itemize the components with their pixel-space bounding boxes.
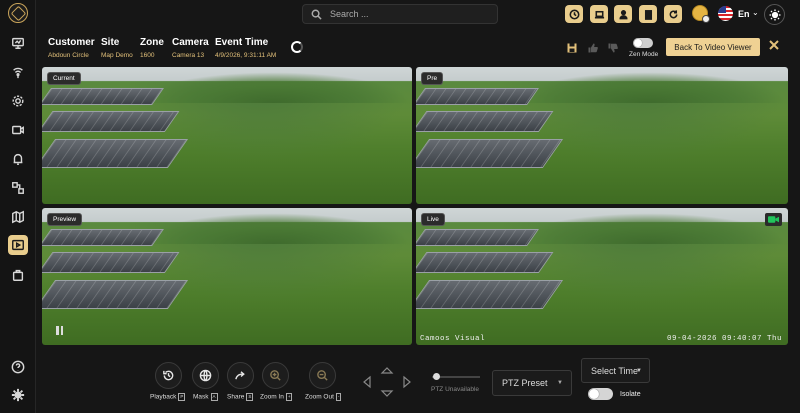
arrow-left-icon [363, 375, 371, 389]
tile-label-current: Current [47, 72, 81, 85]
thumbs-up-icon[interactable] [587, 41, 599, 53]
ptz-slider-handle[interactable] [433, 373, 440, 380]
share-label: Share S [227, 393, 254, 401]
video-tile-current[interactable]: Current [42, 67, 412, 204]
language-selector[interactable]: En [738, 9, 750, 19]
save-icon[interactable] [566, 41, 578, 53]
tile-label-pre: Pre [421, 72, 444, 85]
arrow-down-icon [380, 390, 394, 397]
settings-icon[interactable] [8, 91, 28, 111]
live-camera-icon [765, 213, 782, 226]
map-icon[interactable] [8, 207, 28, 227]
camera-label: Camera [172, 37, 209, 48]
osd-timestamp: 09-04-2026 09:40:07 Thu [666, 335, 782, 343]
ptz-direction-pad [363, 367, 411, 397]
arrow-up-icon [380, 367, 394, 374]
zone-label: Zone [140, 37, 164, 48]
zoom-out-label: Zoom Out - [305, 393, 342, 401]
bag-icon[interactable] [8, 265, 28, 285]
zoom-in-button[interactable] [262, 362, 289, 389]
diagram-icon[interactable] [8, 178, 28, 198]
osd-camera-name: Camoos Visual [420, 335, 486, 343]
laptop-icon[interactable] [590, 5, 608, 23]
zen-mode-label: Zen Mode [629, 51, 659, 58]
camera-info: Camera Camera 13 [172, 37, 209, 59]
dashboard-icon[interactable] [8, 33, 28, 53]
mask-button[interactable] [192, 362, 219, 389]
pause-icon[interactable] [55, 326, 64, 335]
us-flag-icon[interactable] [718, 6, 733, 21]
customer-value: Abdoun Circle [48, 52, 89, 59]
sun-icon[interactable] [764, 4, 785, 25]
wireless-icon[interactable] [8, 62, 28, 82]
clock-icon[interactable] [565, 5, 583, 23]
camera-icon[interactable] [8, 120, 28, 140]
event-viewer-app: En ⌄ Customer Abdoun Circle Site Map Dem… [0, 0, 800, 413]
isolate-label: Isolate [620, 391, 641, 398]
chevron-down-icon: ▼ [557, 380, 563, 386]
close-icon[interactable] [767, 38, 781, 52]
sidebar [0, 0, 36, 413]
search-input[interactable] [330, 9, 490, 19]
search-bar[interactable] [302, 4, 498, 24]
tile-label-preview: Preview [47, 213, 83, 226]
help-icon[interactable] [8, 357, 28, 377]
video-player-icon[interactable] [8, 235, 28, 255]
customer-label: Customer [48, 37, 95, 48]
zone-info: Zone 1600 [140, 37, 164, 59]
select-time-dropdown[interactable]: Select Time ▼ [581, 358, 650, 383]
brand-logo[interactable] [8, 3, 28, 23]
customer-info: Customer Abdoun Circle [48, 37, 95, 59]
chevron-down-icon: ▼ [636, 368, 642, 374]
zen-mode-toggle[interactable] [633, 38, 653, 48]
event-time-value: 4/9/2026, 9:31:11 AM [215, 52, 277, 59]
zoom-out-icon [317, 370, 328, 381]
site-value: Map Demo [101, 52, 133, 59]
camera-value: Camera 13 [172, 52, 205, 59]
coin-icon[interactable] [692, 5, 710, 23]
solar-panels-image [42, 83, 188, 190]
isolate-toggle[interactable] [588, 388, 613, 400]
zoom-out-button[interactable] [309, 362, 336, 389]
globe-icon [199, 369, 212, 382]
zoom-in-icon [270, 370, 281, 381]
history-icon [163, 370, 174, 381]
back-to-video-viewer-button[interactable]: Back To Video Viewer [666, 38, 760, 56]
ptz-preset-select[interactable]: PTZ Preset ▼ [492, 370, 572, 396]
select-time-label: Select Time [591, 365, 639, 376]
chevron-down-icon[interactable]: ⌄ [752, 8, 759, 17]
arrow-right-icon [403, 375, 411, 389]
tile-label-live: Live [421, 213, 445, 226]
search-icon [311, 9, 322, 20]
ptz-preset-label: PTZ Preset [502, 378, 548, 388]
share-icon [235, 371, 245, 380]
thumbs-down-icon[interactable] [607, 41, 619, 53]
ptz-status-label: PTZ Unavailable [431, 386, 480, 393]
video-tile-live[interactable]: Live Camoos Visual 09-04-2026 09:40:07 T… [416, 208, 788, 345]
loading-spinner-icon [291, 41, 303, 53]
event-time-info: Event Time 4/9/2026, 9:31:11 AM [215, 37, 276, 59]
alarm-bell-icon[interactable] [8, 149, 28, 169]
site-label: Site [101, 37, 120, 48]
event-time-label: Event Time [215, 37, 269, 48]
video-tile-preview[interactable]: Preview [42, 208, 412, 345]
playback-button[interactable] [155, 362, 182, 389]
building-icon[interactable] [639, 5, 657, 23]
solar-panels-image [42, 224, 188, 331]
zoom-in-label: Zoom In + [260, 393, 293, 401]
user-icon[interactable] [614, 5, 632, 23]
share-button[interactable] [227, 362, 254, 389]
zone-value: 1600 [140, 52, 155, 59]
solar-panels-image [416, 83, 563, 190]
gear-icon[interactable] [8, 385, 28, 405]
video-tile-pre[interactable]: Pre [416, 67, 788, 204]
refresh-icon[interactable] [664, 5, 682, 23]
playback-label: Playback P [150, 393, 186, 401]
mask-label: Mask A [193, 393, 218, 401]
solar-panels-image [416, 224, 563, 331]
site-info: Site Map Demo [101, 37, 133, 59]
